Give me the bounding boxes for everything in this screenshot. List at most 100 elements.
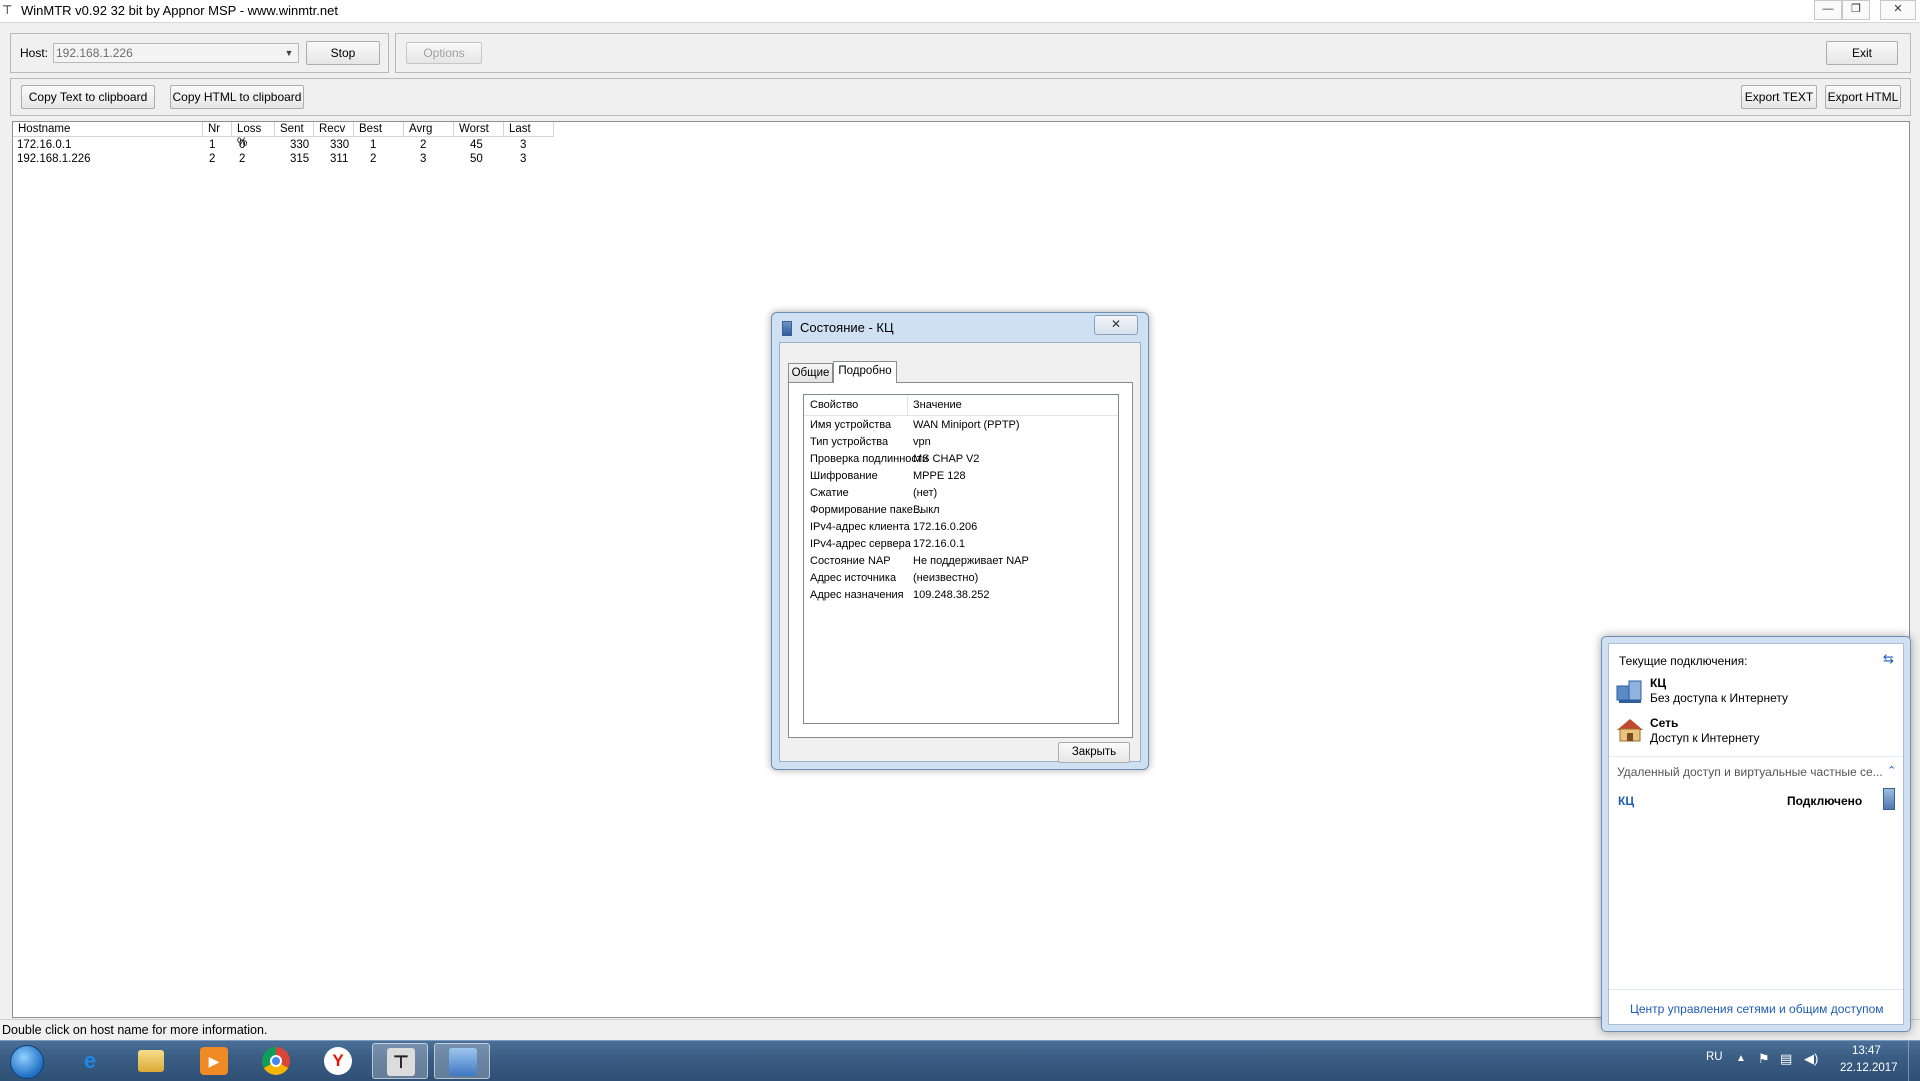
property-name: Сжатие (810, 487, 849, 499)
property-name: Формирование паке... (810, 504, 923, 516)
host-group: Host: 192.168.1.226 ▼ Stop (10, 33, 389, 73)
property-name: IPv4-адрес клиента (810, 521, 910, 533)
export-text-button[interactable]: Export TEXT (1741, 85, 1817, 109)
window-titlebar: ⊤ WinMTR v0.92 32 bit by Appnor MSP - ww… (0, 0, 1920, 23)
table-row[interactable]: 192.168.1.226 2 2 315 311 2 3 50 3 (13, 152, 613, 166)
tab-general[interactable]: Общие (788, 363, 833, 382)
list-item[interactable]: Адрес источника (неизвестно) (804, 570, 1118, 587)
column-header-avrg[interactable]: Avrg (404, 122, 454, 137)
list-item[interactable]: Проверка подлинности MS CHAP V2 (804, 451, 1118, 468)
network-center-link[interactable]: Центр управления сетями и общим доступом (1630, 1002, 1884, 1016)
options-group: Options Exit (395, 33, 1911, 73)
refresh-icon[interactable]: ⇆ (1883, 651, 1894, 667)
list-item[interactable]: Сжатие (нет) (804, 485, 1118, 502)
property-name: Адрес назначения (810, 589, 904, 601)
list-item[interactable]: Состояние NAP Не поддерживает NAP (804, 553, 1118, 570)
clock-time[interactable]: 13:47 (1852, 1045, 1881, 1057)
column-header-hostname[interactable]: Hostname (13, 122, 203, 137)
yandex-browser-icon: Y (324, 1047, 352, 1075)
dialog-close-text-button[interactable]: Закрыть (1058, 742, 1130, 763)
property-name: Шифрование (810, 470, 878, 482)
chevron-down-icon[interactable]: ▼ (281, 45, 297, 61)
taskbar-chrome[interactable] (248, 1043, 304, 1079)
taskbar-network-settings[interactable] (434, 1043, 490, 1079)
list-item[interactable]: IPv4-адрес клиента 172.16.0.206 (804, 519, 1118, 536)
connection-status-dialog: Состояние - КЦ ✕ Общие Подробно Свойство… (771, 312, 1149, 770)
taskbar: e ▶ Y ⊤ RU ▲ ⚑ ▤ ◀) 13:47 22.12.2017 (0, 1040, 1920, 1081)
property-value: WAN Miniport (PPTP) (913, 419, 1020, 431)
column-header-loss[interactable]: Loss % (232, 122, 275, 149)
host-label: Host: (20, 46, 49, 60)
column-header-best[interactable]: Best (354, 122, 404, 137)
close-window-button[interactable]: ✕ (1880, 0, 1916, 20)
property-value: MPPE 128 (913, 470, 966, 482)
vpn-connection-name[interactable]: КЦ (1618, 794, 1634, 808)
windows-logo-icon (10, 1045, 44, 1079)
chevron-up-icon[interactable]: ⌃ (1887, 764, 1896, 777)
exit-button[interactable]: Exit (1826, 41, 1898, 65)
start-button[interactable] (3, 1041, 49, 1081)
network-popup-body: Текущие подключения: ⇆ КЦ Без доступа к … (1608, 643, 1904, 1025)
row-loss: 2 (239, 153, 246, 165)
vpn-section-header[interactable]: Удаленный доступ и виртуальные частные с… (1617, 765, 1883, 779)
winmtr-app-icon: ⊤ (2, 3, 13, 17)
clock-date[interactable]: 22.12.2017 (1840, 1062, 1898, 1074)
property-value: MS CHAP V2 (913, 453, 980, 465)
taskbar-winmtr[interactable]: ⊤ (372, 1043, 428, 1079)
language-indicator[interactable]: RU (1706, 1051, 1723, 1063)
stop-button[interactable]: Stop (306, 41, 380, 65)
copy-html-button[interactable]: Copy HTML to clipboard (170, 85, 304, 109)
column-header-property[interactable]: Свойство (810, 397, 858, 414)
status-text: Double click on host name for more infor… (2, 1023, 268, 1037)
column-divider (907, 395, 908, 415)
maximize-button[interactable]: ❐ (1842, 0, 1870, 20)
column-header-worst[interactable]: Worst (454, 122, 504, 137)
row-nr: 1 (209, 139, 216, 151)
column-header-last[interactable]: Last (504, 122, 554, 137)
list-item[interactable]: Адрес назначения 109.248.38.252 (804, 587, 1118, 604)
export-html-button[interactable]: Export HTML (1825, 85, 1901, 109)
network-tray-icon[interactable]: ▤ (1780, 1051, 1792, 1067)
winmtr-icon: ⊤ (387, 1048, 415, 1076)
list-item[interactable]: Шифрование MPPE 128 (804, 468, 1118, 485)
property-name: Имя устройства (810, 419, 892, 431)
row-hostname[interactable]: 192.168.1.226 (17, 152, 91, 166)
options-button[interactable]: Options (406, 42, 482, 64)
property-value: 172.16.0.206 (913, 521, 978, 533)
row-hostname[interactable]: 172.16.0.1 (17, 138, 71, 152)
taskbar-explorer[interactable] (124, 1043, 180, 1079)
volume-icon[interactable]: ◀) (1804, 1051, 1818, 1067)
taskbar-media-player[interactable]: ▶ (186, 1043, 242, 1079)
show-desktop-button[interactable] (1908, 1041, 1920, 1081)
column-header-recv[interactable]: Recv (314, 122, 354, 137)
list-item[interactable]: IPv4-адрес сервера 172.16.0.1 (804, 536, 1118, 553)
home-network-icon (1616, 717, 1644, 743)
current-connections-header: Текущие подключения: (1619, 654, 1748, 668)
row-best: 2 (370, 153, 377, 165)
tab-details[interactable]: Подробно (833, 361, 897, 383)
taskbar-yandex[interactable]: Y (310, 1043, 366, 1079)
connection-status: Доступ к Интернету (1650, 731, 1760, 745)
window-title: WinMTR v0.92 32 bit by Appnor MSP - www.… (21, 3, 338, 18)
list-item[interactable]: Тип устройства vpn (804, 434, 1118, 451)
taskbar-ie[interactable]: e (62, 1043, 118, 1079)
host-combobox[interactable]: 192.168.1.226 ▼ (53, 43, 299, 63)
show-hidden-icons[interactable]: ▲ (1736, 1053, 1746, 1064)
property-value: Выкл (913, 504, 940, 516)
copy-text-button[interactable]: Copy Text to clipboard (21, 85, 155, 109)
column-header-nr[interactable]: Nr (203, 122, 232, 137)
column-header-value[interactable]: Значение (913, 397, 962, 414)
action-center-flag-icon[interactable]: ⚑ (1758, 1051, 1770, 1067)
vpn-connection-status: Подключено (1787, 794, 1863, 808)
dialog-close-button[interactable]: ✕ (1094, 315, 1138, 335)
property-value: 109.248.38.252 (913, 589, 990, 601)
table-row[interactable]: 172.16.0.1 1 0 330 330 1 2 45 3 (13, 138, 613, 152)
property-value: Не поддерживает NAP (913, 555, 1029, 567)
list-item[interactable]: Имя устройства WAN Miniport (PPTP) (804, 417, 1118, 434)
minimize-button[interactable]: — (1814, 0, 1842, 20)
dialog-title: Состояние - КЦ (800, 320, 894, 335)
export-group: Copy Text to clipboard Copy HTML to clip… (10, 78, 1911, 116)
list-item[interactable]: Формирование паке... Выкл (804, 502, 1118, 519)
column-header-sent[interactable]: Sent (275, 122, 314, 137)
properties-listview[interactable]: Свойство Значение Имя устройства WAN Mini… (803, 394, 1119, 724)
